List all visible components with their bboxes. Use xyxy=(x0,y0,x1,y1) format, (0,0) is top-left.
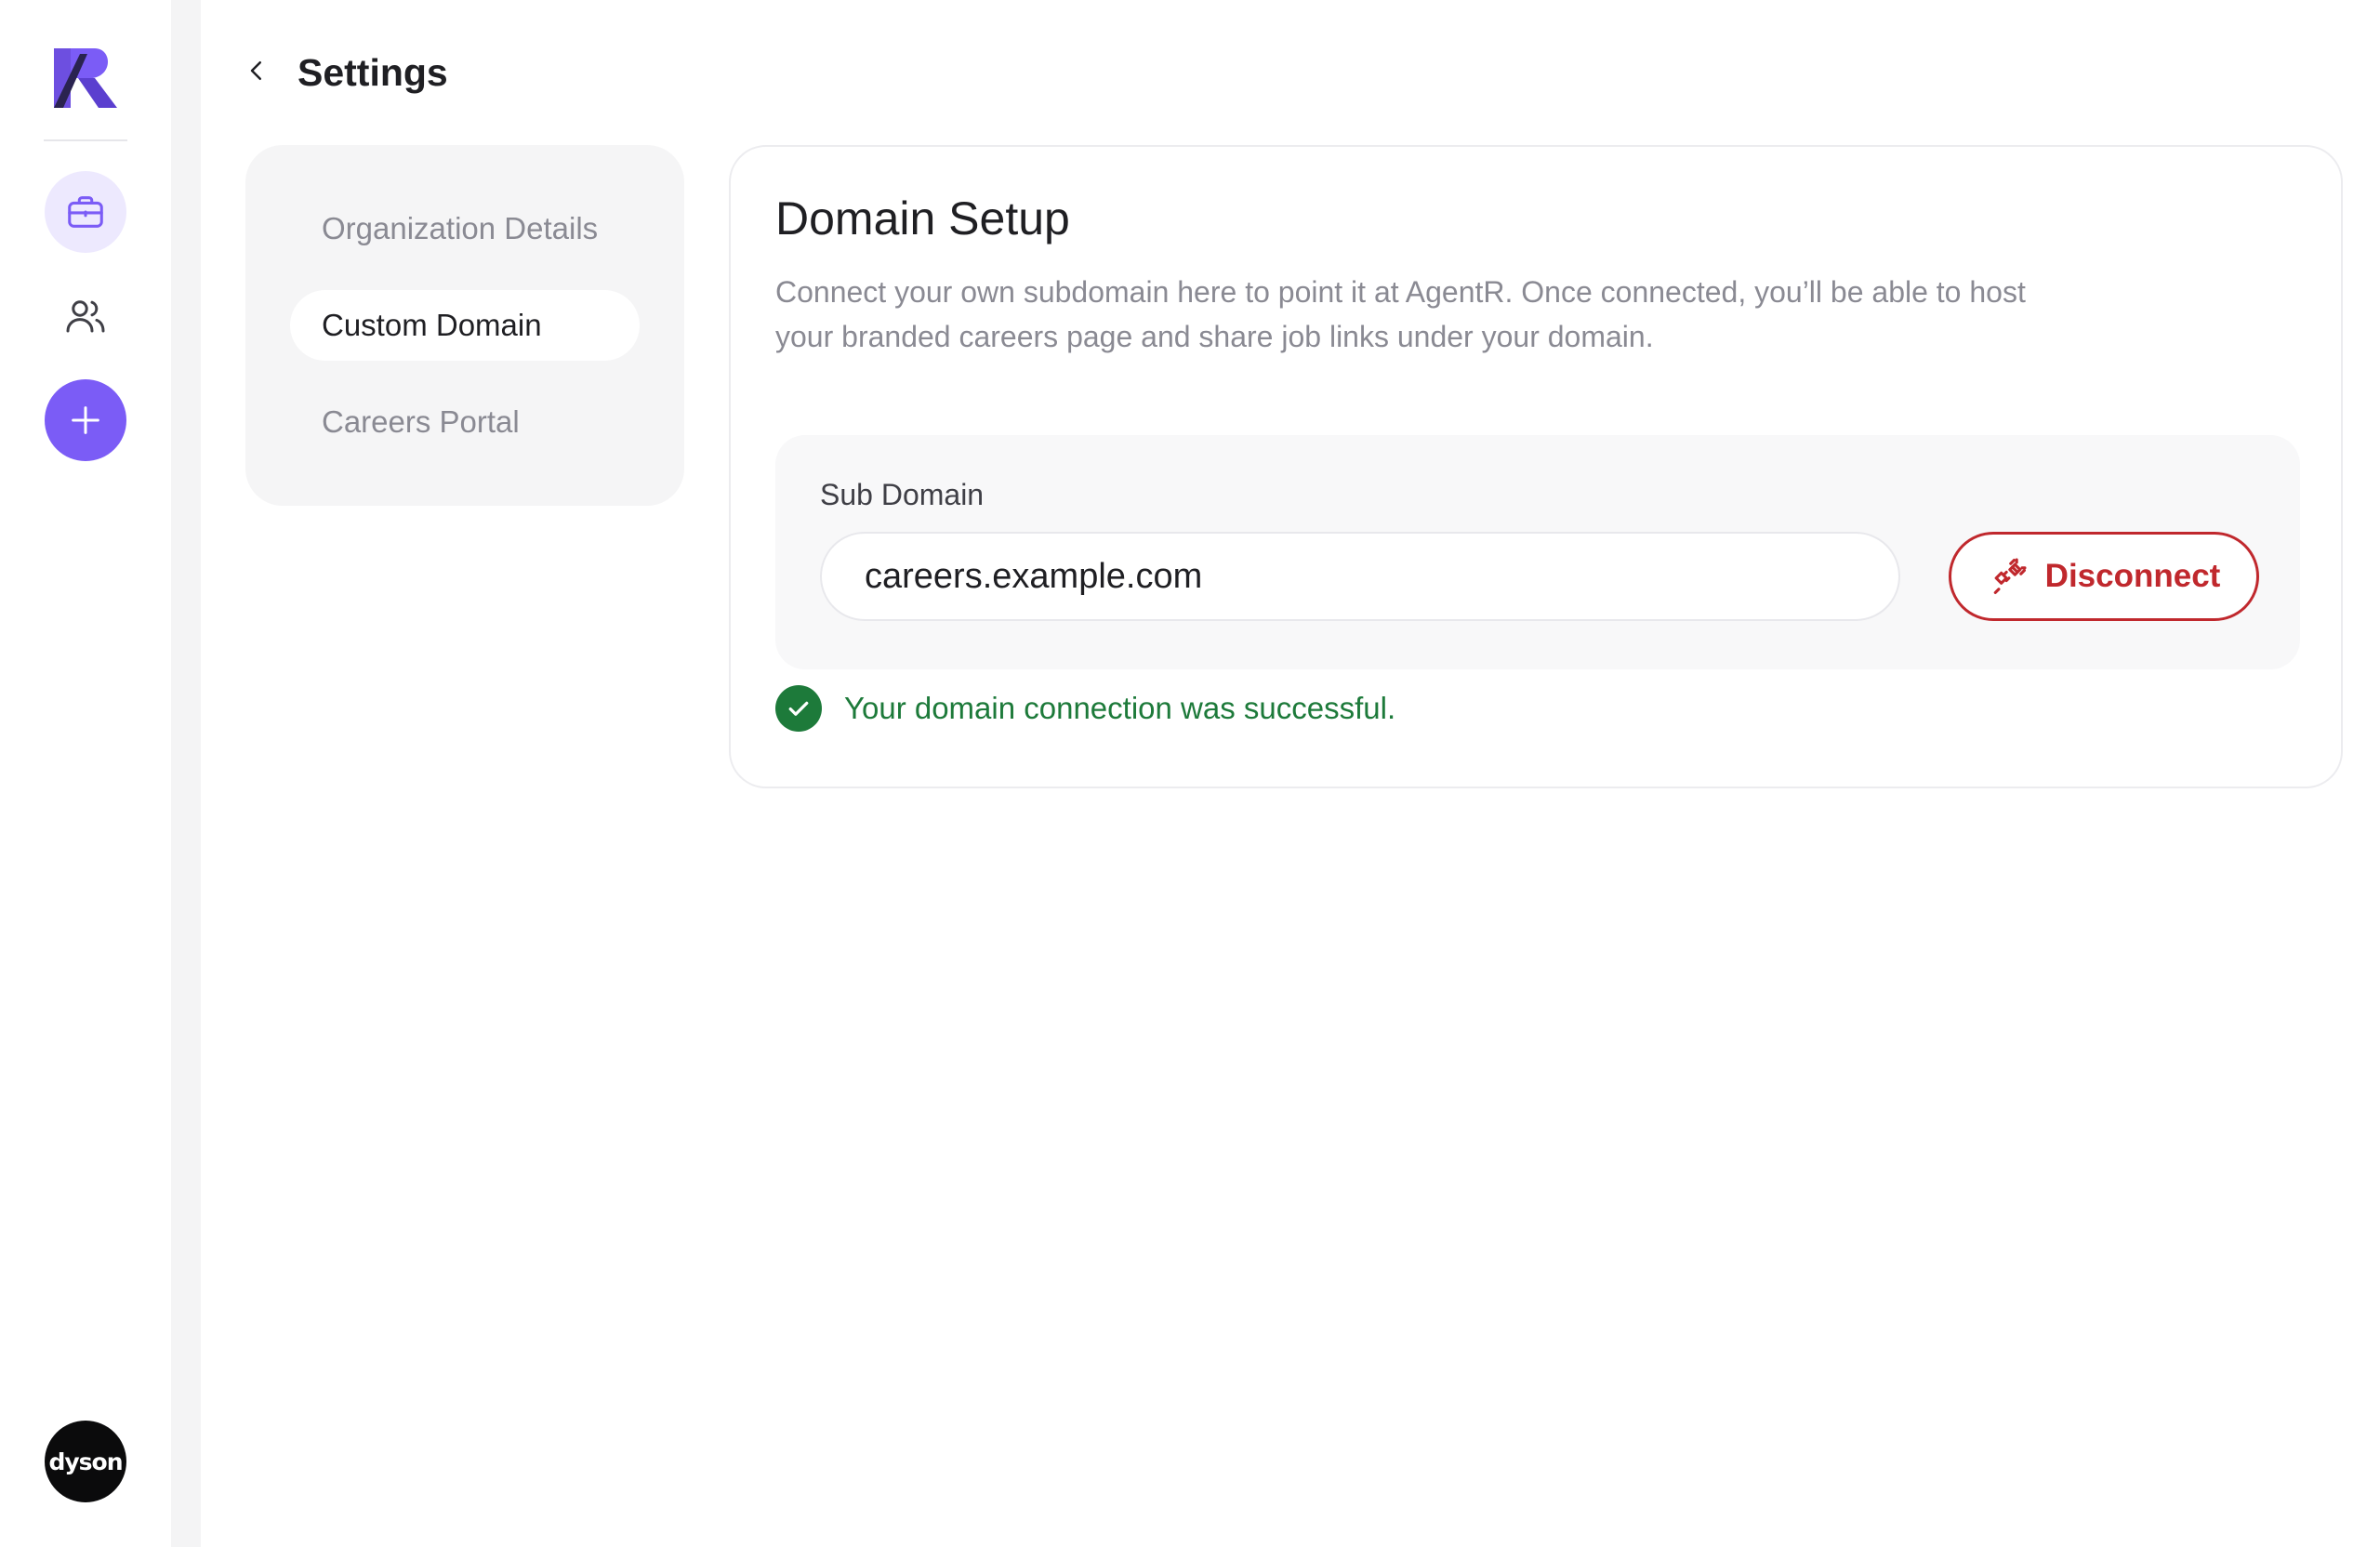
rail-gutter xyxy=(171,0,201,1547)
rail-people-button[interactable] xyxy=(45,275,126,357)
avatar[interactable]: dyson xyxy=(45,1421,126,1502)
connection-status-text: Your domain connection was successful. xyxy=(844,691,1396,725)
check-circle-icon xyxy=(775,685,822,732)
page-title: Settings xyxy=(298,51,448,94)
settings-nav: Organization Details Custom Domain Caree… xyxy=(245,145,684,506)
settings-nav-careers-portal[interactable]: Careers Portal xyxy=(290,387,640,457)
settings-nav-custom-domain[interactable]: Custom Domain xyxy=(290,290,640,361)
disconnect-button[interactable]: Disconnect xyxy=(1949,532,2259,621)
rail-divider xyxy=(44,139,127,141)
avatar-label: dyson xyxy=(48,1448,123,1475)
connection-status: Your domain connection was successful. xyxy=(775,684,1395,733)
chevron-left-icon xyxy=(250,61,261,80)
domain-setup-card: Domain Setup Connect your own subdomain … xyxy=(729,145,2343,788)
subdomain-input[interactable] xyxy=(820,532,1900,621)
disconnect-label: Disconnect xyxy=(2044,558,2221,594)
subdomain-panel: Sub Domain Disconnect xyxy=(775,435,2300,669)
briefcase-icon xyxy=(68,196,103,228)
settings-nav-organization-details[interactable]: Organization Details xyxy=(290,193,640,264)
subdomain-field-label: Sub Domain xyxy=(820,478,985,511)
users-icon xyxy=(66,300,105,333)
agentr-logo-icon[interactable] xyxy=(52,46,119,110)
plus-icon xyxy=(72,406,99,434)
domain-setup-description: Connect your own subdomain here to point… xyxy=(775,275,2026,353)
left-rail: dyson xyxy=(0,0,171,1547)
domain-setup-title: Domain Setup xyxy=(775,192,1070,245)
unlink-icon xyxy=(1993,558,2027,594)
back-button[interactable] xyxy=(238,52,275,89)
rail-jobs-button[interactable] xyxy=(45,171,126,253)
rail-add-button[interactable] xyxy=(45,379,126,461)
